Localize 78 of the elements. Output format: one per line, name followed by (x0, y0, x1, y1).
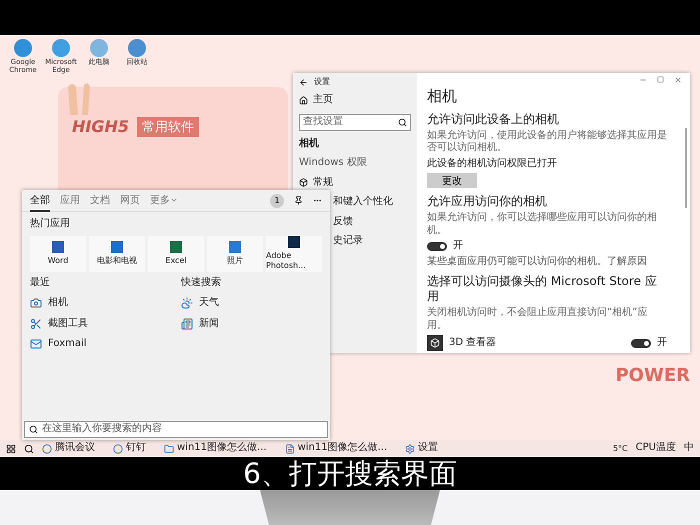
newspaper-icon (181, 318, 193, 330)
cube-icon (299, 178, 308, 188)
nav-item[interactable]: 和键入个性化 (333, 196, 393, 208)
result-item[interactable]: 截图工具 (30, 318, 171, 330)
taskbar-item[interactable]: win11图像怎么做... (284, 442, 388, 455)
result-item[interactable]: 新闻 (181, 318, 322, 330)
weather-text: 5°C (612, 444, 628, 454)
toggle-switch[interactable] (631, 338, 651, 348)
taskbar-item[interactable]: 腾讯会议 (42, 442, 95, 455)
back-icon[interactable] (299, 78, 308, 86)
toggle-label: 开 (657, 337, 667, 350)
description-text: 如果允许访问，使用此设备的用户将能够选择其应用是否可以访问相机。 (427, 130, 667, 155)
app-tile[interactable]: Excel (148, 236, 204, 272)
app-icon[interactable] (128, 39, 146, 57)
weather-note: CPU温度 (636, 442, 676, 455)
home-icon (299, 96, 308, 105)
nav-item[interactable]: 反馈 (333, 216, 353, 228)
note-text: 某些桌面应用仍可能可以访问你的相机。了解原因 (427, 256, 648, 268)
toggle-label: 开 (453, 240, 463, 253)
camera-icon (30, 297, 42, 310)
app-tile[interactable]: Word (30, 236, 86, 272)
tab[interactable]: 文档 (90, 190, 110, 212)
folder-icon (164, 444, 174, 454)
mail-icon (30, 338, 42, 350)
section-label: 最近 (30, 276, 51, 289)
settings-icon (405, 444, 416, 454)
section-heading: 允许访问此设备上的相机 (427, 112, 560, 127)
tab[interactable]: 网页 (120, 190, 140, 212)
app-tile[interactable]: 电影和电视 (89, 236, 145, 272)
section-label: 相机 (299, 138, 319, 150)
status-text: 此设备的相机访问权限已打开 (427, 158, 558, 170)
scissors-icon (30, 318, 42, 330)
description-text: 如果允许访问，你可以选择哪些应用可以访问你的相机。 (427, 212, 658, 238)
search-icon (29, 425, 38, 434)
toggle-switch[interactable] (427, 242, 447, 251)
circle-app-icon (113, 444, 123, 454)
window-title: 设置 (314, 77, 330, 87)
search-field[interactable]: 查找设置 (299, 114, 411, 130)
app-icon[interactable] (14, 39, 32, 57)
maximize-icon[interactable] (657, 76, 664, 83)
subtitle-text: 6、打开搜索界面 (243, 456, 457, 492)
page-title: 相机 (427, 87, 458, 106)
nav-item[interactable]: 常规 (299, 176, 333, 189)
nav-item[interactable]: 主页 (299, 94, 333, 106)
group-label: Windows 权限 (299, 157, 367, 170)
search-icon[interactable] (24, 444, 34, 454)
sticker-text: POWER (615, 365, 690, 386)
close-icon[interactable] (674, 76, 682, 84)
description-text: 关闭相机访问时，不会阻止应用直接访问“相机”应用。 (427, 307, 648, 332)
tab[interactable]: 应用 (60, 190, 80, 212)
count-badge: 1 (270, 194, 284, 208)
app-tile[interactable]: 照片 (207, 236, 263, 272)
card-title: 常用软件 (137, 117, 199, 137)
taskbar-item[interactable]: win11图像怎么做... (164, 442, 267, 455)
tab[interactable]: 更多 (150, 190, 178, 212)
result-item[interactable]: 天气 (181, 297, 322, 310)
ime-indicator[interactable]: 中 (684, 442, 694, 455)
app-tile[interactable]: Adobe Photosh... (266, 236, 322, 272)
section-label: 快速搜索 (181, 276, 222, 289)
pin-icon[interactable] (294, 196, 303, 205)
cloud-sun-icon (181, 297, 193, 310)
app-name: 3D 查看器 (449, 337, 496, 350)
document-icon (284, 444, 295, 454)
change-button[interactable]: 更改 (427, 173, 477, 188)
search-icon (398, 118, 407, 126)
card-heading: HIGH5 (72, 117, 129, 136)
circle-app-icon (42, 444, 52, 454)
section-heading: 允许应用访问你的相机 (427, 194, 548, 210)
section-heading: 选择可以访问摄像头的 Microsoft Store 应用 (427, 274, 658, 304)
section-label: 热门应用 (30, 218, 71, 230)
result-item[interactable]: 相机 (30, 297, 171, 310)
tab[interactable]: 全部 (30, 190, 50, 212)
search-field[interactable]: 在这里输入你要搜索的内容 (24, 421, 328, 438)
result-item[interactable]: Foxmail (30, 338, 171, 350)
start-icon[interactable] (6, 444, 16, 454)
taskbar-item[interactable]: 钉钉 (113, 442, 146, 455)
nav-item[interactable]: 史记录 (333, 235, 363, 248)
taskbar-item[interactable]: 设置 (405, 442, 438, 455)
